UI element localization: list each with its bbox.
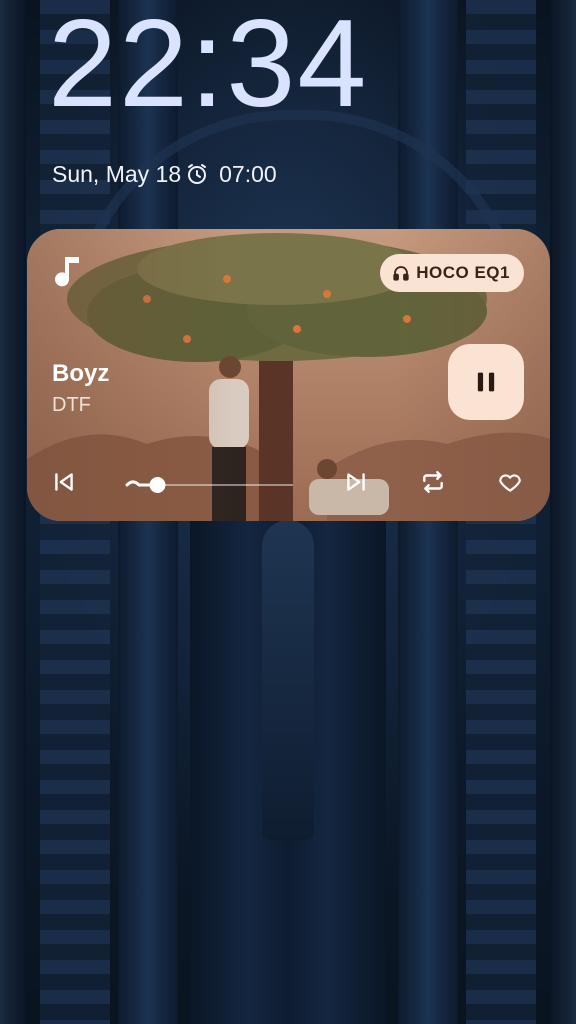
- wallpaper-statue: [262, 520, 314, 840]
- heart-outline-icon: [499, 474, 521, 492]
- next-track-button[interactable]: [341, 467, 371, 497]
- output-device-chip[interactable]: HOCO EQ1: [380, 254, 524, 292]
- date-alarm-row: Sun, May 18 07:00: [52, 158, 277, 190]
- wallpaper-column: [0, 0, 26, 1024]
- seek-bar[interactable]: [125, 475, 295, 495]
- alarm-time: 07:00: [219, 160, 277, 187]
- skip-previous-icon: [55, 473, 73, 491]
- skip-next-icon: [347, 473, 365, 491]
- wallpaper-column: [550, 0, 576, 1024]
- music-note-icon[interactable]: [53, 253, 83, 289]
- headphones-icon: [393, 266, 409, 281]
- pause-button[interactable]: [448, 344, 524, 420]
- output-device-label: HOCO EQ1: [416, 263, 510, 282]
- seek-thumb: [149, 477, 166, 493]
- alarm-clock-icon: [185, 162, 209, 186]
- repeat-icon: [423, 471, 443, 493]
- pause-icon: [477, 372, 495, 392]
- track-artist: DTF: [52, 394, 91, 416]
- previous-track-button[interactable]: [49, 467, 79, 497]
- lockscreen-clock: 22:34: [48, 0, 369, 133]
- favorite-button[interactable]: [495, 467, 525, 497]
- track-title: Boyz: [52, 360, 110, 387]
- repeat-button[interactable]: [418, 467, 448, 497]
- lockscreen-date: Sun, May 18: [52, 160, 182, 187]
- media-player-card[interactable]: HOCO EQ1 Boyz DTF: [27, 229, 550, 521]
